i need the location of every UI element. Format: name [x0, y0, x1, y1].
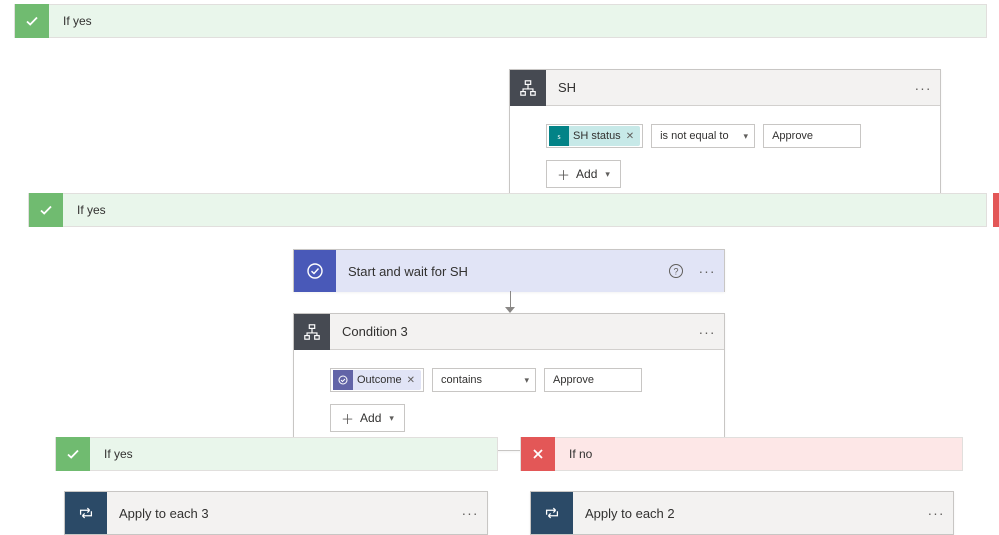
- remove-token-icon[interactable]: ✕: [626, 131, 634, 142]
- condition-value-input[interactable]: Approve: [544, 368, 642, 392]
- add-condition-button[interactable]: ＋ Add ▾: [330, 404, 405, 432]
- token-pill-outcome[interactable]: Outcome ✕: [333, 370, 421, 390]
- loop-icon: [531, 492, 573, 534]
- add-label: Add: [576, 167, 597, 181]
- operator-dropdown[interactable]: is not equal to ▾: [651, 124, 755, 148]
- card-title: Condition 3: [330, 324, 690, 339]
- value-text: Approve: [553, 374, 594, 386]
- operator-label: is not equal to: [660, 130, 729, 142]
- more-menu-button[interactable]: ···: [919, 505, 953, 521]
- if-no-branch-sliver: [993, 193, 999, 227]
- card-title: Start and wait for SH: [336, 264, 662, 279]
- card-title: Apply to each 2: [573, 506, 919, 521]
- approval-icon: [294, 250, 336, 292]
- token-pill-sh-status[interactable]: s SH status ✕: [549, 126, 640, 146]
- value-text: Approve: [772, 130, 813, 142]
- check-icon: [15, 4, 49, 38]
- pill-label: Outcome: [357, 374, 402, 386]
- condition-icon: [294, 314, 330, 350]
- operator-label: contains: [441, 374, 482, 386]
- svg-text:s: s: [557, 132, 560, 141]
- apply-to-each-2-card: Apply to each 2 ···: [530, 491, 954, 535]
- more-menu-button[interactable]: ···: [690, 324, 724, 340]
- condition3-header[interactable]: Condition 3 ···: [294, 314, 724, 350]
- condition3-card: Condition 3 ··· Outcome ✕ contains ▾ App…: [293, 313, 725, 451]
- condition3-body: Outcome ✕ contains ▾ Approve ＋ Add ▾: [294, 350, 724, 450]
- condition-icon: [510, 70, 546, 106]
- apply3-header[interactable]: Apply to each 3 ···: [65, 492, 487, 534]
- branch-label: If yes: [90, 447, 133, 461]
- plus-icon: ＋: [557, 165, 570, 184]
- apply2-header[interactable]: Apply to each 2 ···: [531, 492, 953, 534]
- more-menu-button[interactable]: ···: [906, 80, 940, 96]
- branch-label: If yes: [49, 14, 92, 28]
- apply-to-each-3-card: Apply to each 3 ···: [64, 491, 488, 535]
- plus-icon: ＋: [341, 409, 354, 428]
- svg-text:?: ?: [673, 267, 678, 277]
- condition-row: s SH status ✕ is not equal to ▾ Approve: [546, 124, 904, 148]
- mid-if-yes-branch[interactable]: If yes: [28, 193, 987, 227]
- condition-row: Outcome ✕ contains ▾ Approve: [330, 368, 688, 392]
- operator-dropdown[interactable]: contains ▾: [432, 368, 536, 392]
- inner-if-yes-branch[interactable]: If yes: [55, 437, 498, 471]
- check-icon: [56, 437, 90, 471]
- card-title: SH: [546, 80, 906, 95]
- condition-left-operand[interactable]: s SH status ✕: [546, 124, 643, 148]
- more-menu-button[interactable]: ···: [690, 263, 724, 279]
- chevron-down-icon: ▾: [605, 169, 610, 180]
- sh-card-body: s SH status ✕ is not equal to ▾ Approve …: [510, 106, 940, 206]
- approval-action-card: Start and wait for SH ? ···: [293, 249, 725, 292]
- card-title: Apply to each 3: [107, 506, 453, 521]
- condition-left-operand[interactable]: Outcome ✕: [330, 368, 424, 392]
- inner-if-no-branch[interactable]: If no: [520, 437, 963, 471]
- outer-if-yes-branch[interactable]: If yes: [14, 4, 987, 38]
- close-icon: [521, 437, 555, 471]
- chevron-down-icon: ▾: [389, 413, 394, 424]
- branch-label: If no: [555, 447, 592, 461]
- loop-icon: [65, 492, 107, 534]
- add-label: Add: [360, 411, 381, 425]
- check-icon: [29, 193, 63, 227]
- remove-token-icon[interactable]: ✕: [407, 375, 415, 386]
- flow-arrow: [504, 291, 516, 313]
- add-condition-button[interactable]: ＋ Add ▾: [546, 160, 621, 188]
- chevron-down-icon: ▾: [525, 375, 530, 386]
- approval-card-header[interactable]: Start and wait for SH ? ···: [294, 250, 724, 292]
- chevron-down-icon: ▾: [744, 131, 749, 142]
- approval-token-icon: [333, 370, 353, 390]
- pill-label: SH status: [573, 130, 621, 142]
- branch-label: If yes: [63, 203, 106, 217]
- help-button[interactable]: ?: [662, 257, 690, 285]
- more-menu-button[interactable]: ···: [453, 505, 487, 521]
- sh-card-header[interactable]: SH ···: [510, 70, 940, 106]
- sh-condition-card: SH ··· s SH status ✕ is not equal to ▾ A…: [509, 69, 941, 207]
- condition-value-input[interactable]: Approve: [763, 124, 861, 148]
- sharepoint-icon: s: [549, 126, 569, 146]
